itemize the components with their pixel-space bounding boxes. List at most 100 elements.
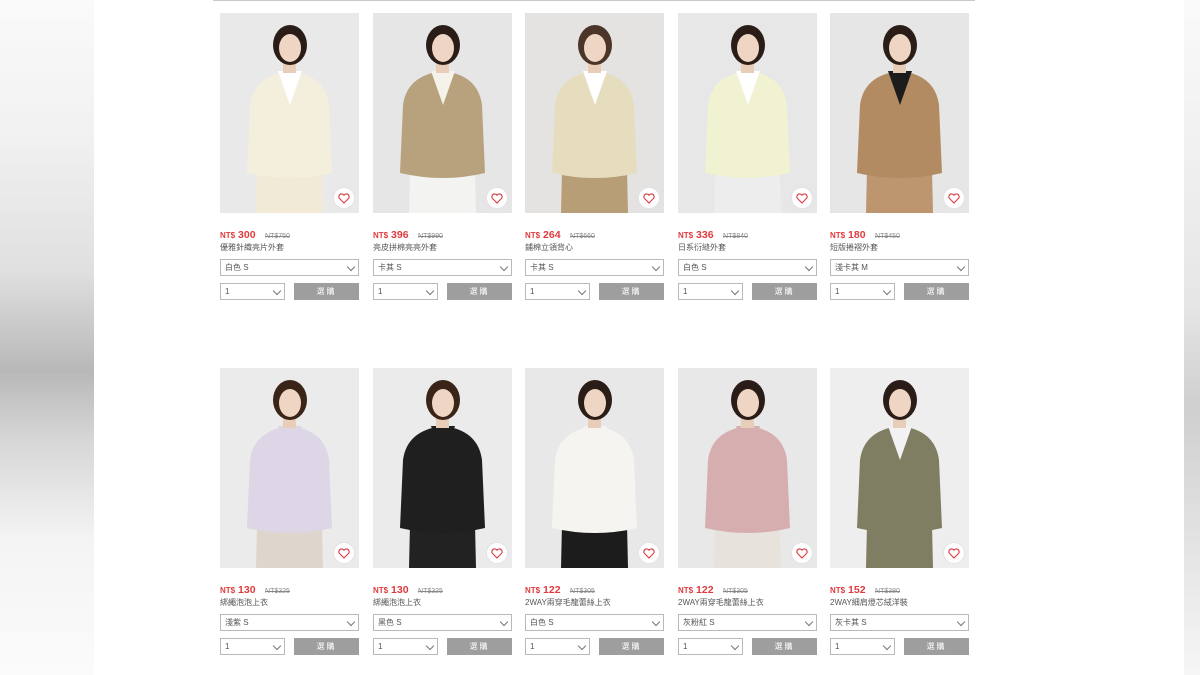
variant-select[interactable]: 淺紫 S — [220, 614, 359, 631]
variant-select[interactable]: 白色 S — [678, 259, 817, 276]
product-name: 日系衍縫外套 — [678, 243, 726, 252]
quantity-select[interactable]: 1 — [678, 638, 743, 655]
chevron-down-icon — [956, 617, 966, 627]
product-name: 鋪棉立領背心 — [525, 243, 573, 252]
variant-select[interactable]: 卡其 S — [525, 259, 664, 276]
variant-select[interactable]: 淺卡其 M — [830, 259, 969, 276]
sale-price: NT$ 122 — [525, 584, 561, 596]
wishlist-heart-icon[interactable] — [943, 542, 965, 564]
chevron-down-icon — [882, 641, 892, 651]
buy-button[interactable]: 選購 — [752, 283, 817, 300]
quantity-select[interactable]: 1 — [373, 283, 438, 300]
chevron-down-icon — [804, 262, 814, 272]
price-line: NT$ 152 NT$380 — [830, 580, 969, 596]
product-name: 2WAY兩穿毛龍蕾絲上衣 — [525, 598, 611, 607]
chevron-down-icon — [882, 286, 892, 296]
original-price: NT$660 — [570, 233, 595, 240]
original-price: NT$380 — [875, 588, 900, 595]
product-photo[interactable] — [525, 368, 664, 568]
quantity-select[interactable]: 1 — [830, 283, 895, 300]
wishlist-heart-icon[interactable] — [333, 187, 355, 209]
buy-button[interactable]: 選購 — [599, 638, 664, 655]
quantity-select[interactable]: 1 — [373, 638, 438, 655]
price-line: NT$ 396 NT$990 — [373, 225, 512, 241]
product-photo[interactable] — [830, 368, 969, 568]
product-card: NT$ 122 NT$305 2WAY兩穿毛龍蕾絲上衣 白色 S 1 選購 — [525, 368, 664, 658]
wishlist-heart-icon[interactable] — [486, 542, 508, 564]
chevron-down-icon — [577, 641, 587, 651]
product-card: NT$ 130 NT$325 綁繩泡泡上衣 淺紫 S 1 選購 — [220, 368, 359, 658]
buy-button[interactable]: 選購 — [294, 638, 359, 655]
product-name: 綁繩泡泡上衣 — [220, 598, 268, 607]
original-price: NT$305 — [723, 588, 748, 595]
product-card: NT$ 122 NT$305 2WAY兩穿毛龍蕾絲上衣 灰粉紅 S 1 選購 — [678, 368, 817, 658]
product-photo[interactable] — [678, 13, 817, 213]
buy-button[interactable]: 選購 — [904, 283, 969, 300]
wishlist-heart-icon[interactable] — [486, 187, 508, 209]
sale-price: NT$ 300 — [220, 229, 256, 241]
product-card: NT$ 300 NT$750 優雅針織亮片外套 白色 S 1 選購 — [220, 13, 359, 303]
quantity-select[interactable]: 1 — [220, 283, 285, 300]
product-card: NT$ 152 NT$380 2WAY細肩燈芯絨洋裝 灰卡其 S 1 選購 — [830, 368, 969, 658]
product-photo[interactable] — [220, 368, 359, 568]
variant-select[interactable]: 黑色 S — [373, 614, 512, 631]
product-photo[interactable] — [678, 368, 817, 568]
product-card: NT$ 180 NT$450 短版捲褶外套 淺卡其 M 1 選購 — [830, 13, 969, 303]
wishlist-heart-icon[interactable] — [638, 542, 660, 564]
product-photo[interactable] — [373, 368, 512, 568]
blurred-background-left — [0, 0, 94, 675]
buy-button[interactable]: 選購 — [752, 638, 817, 655]
product-card: NT$ 396 NT$990 亮皮拼棉亮亮外套 卡其 S 1 選購 — [373, 13, 512, 303]
variant-select[interactable]: 白色 S — [220, 259, 359, 276]
product-name: 綁繩泡泡上衣 — [373, 598, 421, 607]
chevron-down-icon — [346, 617, 356, 627]
buy-button[interactable]: 選購 — [447, 638, 512, 655]
quantity-select[interactable]: 1 — [220, 638, 285, 655]
product-photo[interactable] — [220, 13, 359, 213]
chevron-down-icon — [651, 262, 661, 272]
price-line: NT$ 130 NT$325 — [373, 580, 512, 596]
top-divider — [213, 0, 975, 1]
wishlist-heart-icon[interactable] — [333, 542, 355, 564]
product-photo[interactable] — [525, 13, 664, 213]
sale-price: NT$ 152 — [830, 584, 866, 596]
wishlist-heart-icon[interactable] — [638, 187, 660, 209]
product-card: NT$ 336 NT$840 日系衍縫外套 白色 S 1 選購 — [678, 13, 817, 303]
wishlist-heart-icon[interactable] — [791, 187, 813, 209]
price-line: NT$ 130 NT$325 — [220, 580, 359, 596]
wishlist-heart-icon[interactable] — [943, 187, 965, 209]
original-price: NT$305 — [570, 588, 595, 595]
chevron-down-icon — [272, 286, 282, 296]
sale-price: NT$ 130 — [220, 584, 256, 596]
quantity-select[interactable]: 1 — [525, 638, 590, 655]
buy-button[interactable]: 選購 — [294, 283, 359, 300]
original-price: NT$325 — [265, 588, 290, 595]
original-price: NT$450 — [875, 233, 900, 240]
product-photo[interactable] — [373, 13, 512, 213]
original-price: NT$325 — [418, 588, 443, 595]
chevron-down-icon — [499, 262, 509, 272]
buy-button[interactable]: 選購 — [599, 283, 664, 300]
variant-select[interactable]: 白色 S — [525, 614, 664, 631]
chevron-down-icon — [651, 617, 661, 627]
quantity-select[interactable]: 1 — [830, 638, 895, 655]
price-line: NT$ 180 NT$450 — [830, 225, 969, 241]
sale-price: NT$ 130 — [373, 584, 409, 596]
chevron-down-icon — [956, 262, 966, 272]
chevron-down-icon — [425, 641, 435, 651]
price-line: NT$ 336 NT$840 — [678, 225, 817, 241]
original-price: NT$840 — [723, 233, 748, 240]
product-photo[interactable] — [830, 13, 969, 213]
quantity-select[interactable]: 1 — [525, 283, 590, 300]
wishlist-heart-icon[interactable] — [791, 542, 813, 564]
variant-select[interactable]: 灰卡其 S — [830, 614, 969, 631]
chevron-down-icon — [577, 286, 587, 296]
variant-select[interactable]: 卡其 S — [373, 259, 512, 276]
chevron-down-icon — [730, 286, 740, 296]
quantity-select[interactable]: 1 — [678, 283, 743, 300]
sale-price: NT$ 396 — [373, 229, 409, 241]
variant-select[interactable]: 灰粉紅 S — [678, 614, 817, 631]
buy-button[interactable]: 選購 — [447, 283, 512, 300]
sale-price: NT$ 122 — [678, 584, 714, 596]
buy-button[interactable]: 選購 — [904, 638, 969, 655]
